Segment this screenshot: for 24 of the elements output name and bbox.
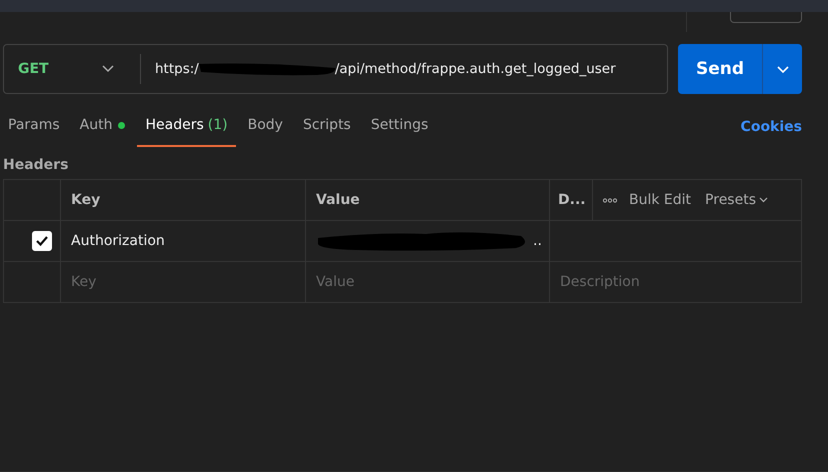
column-header: Value xyxy=(316,192,360,208)
check-icon xyxy=(35,235,49,247)
chevron-down-icon xyxy=(776,66,788,74)
tab[interactable]: Scripts xyxy=(294,107,359,147)
table-cell: Authorization xyxy=(71,233,165,249)
chevron-down-icon xyxy=(759,197,768,203)
column-header: D... xyxy=(558,192,586,208)
more-icon[interactable] xyxy=(603,198,617,202)
tab[interactable]: Params xyxy=(0,107,68,147)
table-cell: .. xyxy=(533,233,542,249)
tab[interactable]: Headers (1) xyxy=(137,107,236,147)
tab[interactable]: Settings xyxy=(362,107,436,147)
url-text[interactable]: /api/method/frappe.auth.get_logged_user xyxy=(334,61,616,77)
cookies-link[interactable]: Cookies xyxy=(740,119,802,135)
checkbox[interactable] xyxy=(32,231,52,251)
method-dropdown[interactable]: GET xyxy=(12,57,120,81)
presets-dropdown[interactable]: Presets xyxy=(703,190,770,210)
column-header: Key xyxy=(71,192,100,208)
section-title: Headers xyxy=(3,157,70,175)
chevron-down-icon xyxy=(102,65,114,73)
tab[interactable]: Body xyxy=(240,107,291,147)
bulk-edit-button[interactable]: Bulk Edit xyxy=(627,190,694,210)
url-text[interactable]: https:/ xyxy=(155,61,199,77)
tab[interactable]: Auth xyxy=(72,107,134,147)
